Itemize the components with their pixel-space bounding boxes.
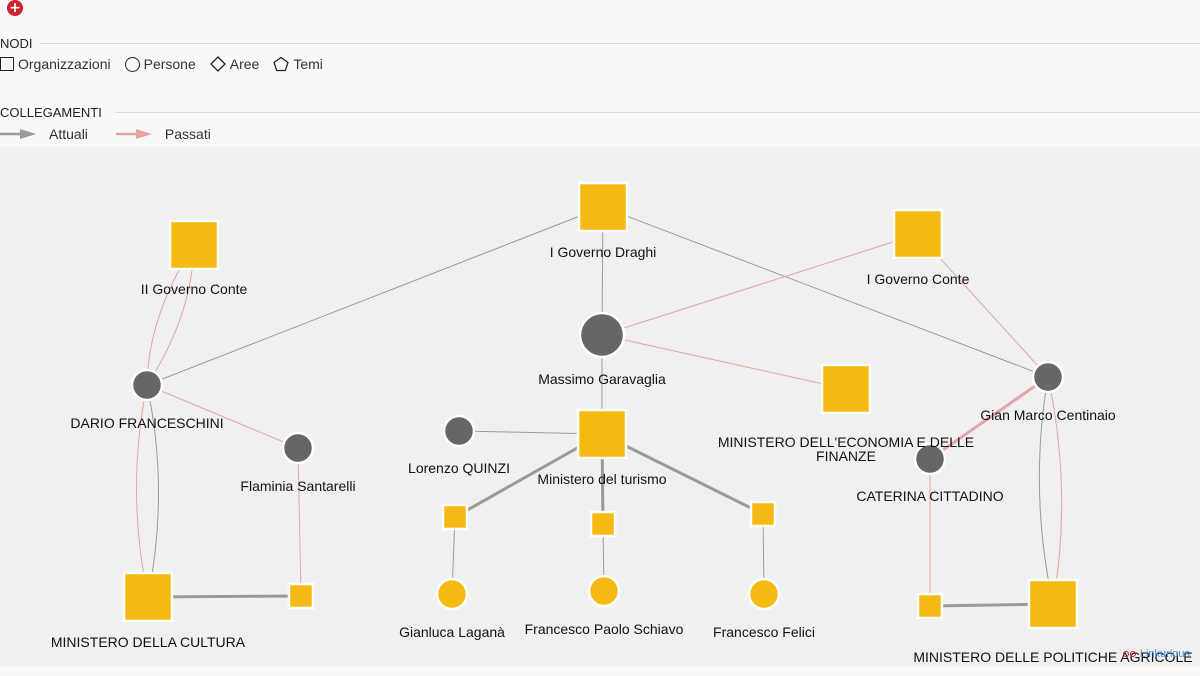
legend-label: Organizzazioni — [18, 56, 111, 72]
graph-node-felici[interactable] — [747, 577, 781, 611]
legend-label: Aree — [229, 56, 260, 72]
graph-node-agricole[interactable] — [1027, 578, 1079, 630]
graph-node-lagana[interactable] — [435, 577, 469, 611]
square-icon — [0, 57, 14, 71]
graph-node-conte2[interactable] — [168, 219, 220, 271]
divider — [115, 112, 1200, 113]
links-section-title: COLLEGAMENTI — [0, 105, 102, 120]
graph-node-mef[interactable] — [820, 363, 872, 415]
pentagon-icon — [273, 56, 290, 72]
graph-node-turismo[interactable] — [576, 408, 628, 460]
legend-label: Temi — [293, 56, 323, 72]
legend-label: Attuali — [49, 126, 88, 142]
graph-node-draghi[interactable] — [577, 181, 629, 233]
arrow-icon — [0, 129, 36, 139]
node-label-quinzi: Lorenzo QUINZI — [408, 460, 510, 476]
graph-node-t_mid[interactable] — [589, 510, 617, 538]
plus-circle-icon: + — [9, 0, 21, 16]
graph-canvas[interactable]: I Governo Draghi I Governo Conte II Govern… — [0, 147, 1200, 667]
legend-item-past[interactable]: Passati — [115, 126, 211, 142]
legend-item-current[interactable]: Attuali — [0, 126, 88, 142]
node-label-lagana: Gianluca Laganà — [399, 624, 505, 640]
graph-edge-santarelli-c_small[interactable] — [297, 447, 302, 597]
nodes-section-title: NODI — [0, 36, 33, 51]
node-label-garavaglia: Massimo Garavaglia — [538, 371, 666, 387]
legend-label: Passati — [164, 126, 211, 142]
brand-logo: Linkurious — [1122, 648, 1190, 660]
edges-layer — [136, 206, 1063, 608]
node-label-felici: Francesco Felici — [713, 624, 815, 640]
legend-item-areas[interactable]: Aree — [209, 56, 260, 72]
graph-node-garavaglia[interactable] — [578, 311, 626, 359]
legend-item-persons[interactable]: Persone — [124, 56, 196, 72]
graph-node-c_small[interactable] — [287, 582, 315, 610]
node-label-schiavo: Francesco Paolo Schiavo — [525, 621, 684, 637]
graph-node-t_left[interactable] — [441, 503, 469, 531]
link-legend: Attuali Passati — [0, 126, 225, 142]
graph-node-cultura[interactable] — [122, 571, 174, 623]
graph-node-quinzi[interactable] — [442, 414, 476, 448]
graph-node-franceschini[interactable] — [130, 368, 164, 402]
graph-edge-draghi-centinaio[interactable] — [602, 206, 1049, 378]
graph-node-santarelli[interactable] — [281, 431, 315, 465]
legend-label: Persone — [143, 56, 196, 72]
divider — [40, 43, 1200, 44]
arrow-icon — [115, 129, 152, 139]
node-label-conte1: I Governo Conte — [867, 271, 970, 287]
add-button[interactable]: + — [7, 0, 23, 16]
node-label-cultura: MINISTERO DELLA CULTURA — [51, 634, 246, 650]
network-graph[interactable]: I Governo Draghi I Governo Conte II Govern… — [0, 147, 1200, 667]
diamond-icon — [209, 56, 226, 72]
graph-node-t_right[interactable] — [749, 500, 777, 528]
circle-icon — [124, 56, 140, 72]
graph-node-conte1[interactable] — [892, 208, 944, 260]
brand-label: Linkurious — [1139, 648, 1190, 660]
node-label-mef: FINANZE — [816, 448, 876, 464]
graph-node-a_small[interactable] — [916, 592, 944, 620]
node-label-franceschini: DARIO FRANCESCHINI — [70, 415, 223, 431]
node-label-draghi: I Governo Draghi — [550, 244, 657, 260]
node-label-santarelli: Flaminia Santarelli — [240, 478, 355, 494]
legend-item-topics[interactable]: Temi — [273, 56, 323, 72]
node-label-turismo: Ministero del turismo — [537, 471, 666, 487]
node-label-conte2: II Governo Conte — [141, 281, 248, 297]
graph-node-centinaio[interactable] — [1031, 360, 1065, 394]
node-label-centinaio: Gian Marco Centinaio — [980, 407, 1116, 423]
graph-node-schiavo[interactable] — [587, 574, 621, 608]
node-legend: Organizzazioni Persone Aree Temi — [0, 56, 337, 72]
legend-item-organizations[interactable]: Organizzazioni — [0, 56, 111, 72]
node-label-cittadino: CATERINA CITTADINO — [856, 488, 1003, 504]
